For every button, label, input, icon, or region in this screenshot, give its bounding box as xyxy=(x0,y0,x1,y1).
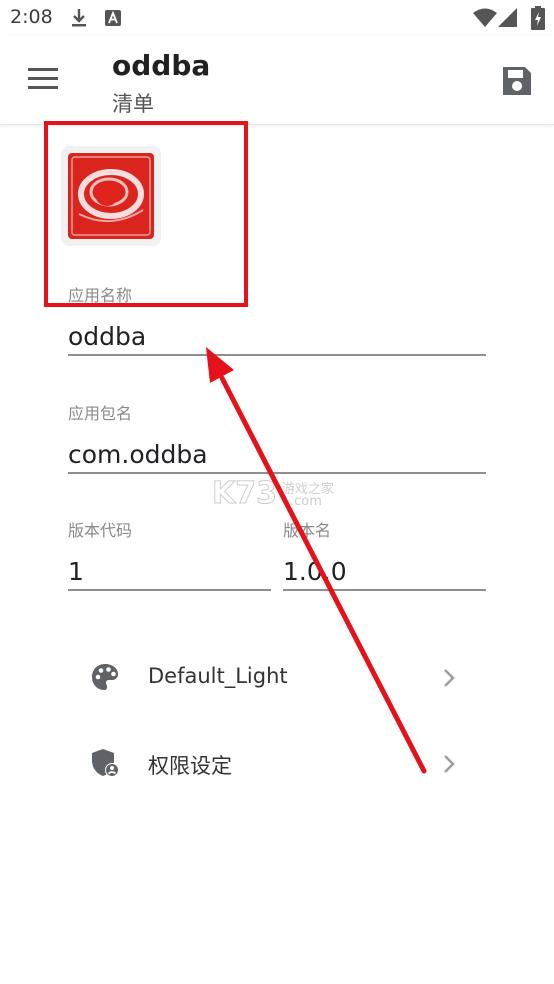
list-item-label: Default_Light xyxy=(148,664,288,688)
shield-user-icon xyxy=(92,749,119,777)
version-code-label: 版本代码 xyxy=(68,521,133,540)
save-icon[interactable] xyxy=(500,64,534,98)
version-name-field[interactable] xyxy=(283,553,486,591)
list-item-theme[interactable]: Default_Light xyxy=(0,640,554,716)
version-name-label: 版本名 xyxy=(283,521,332,540)
wifi-icon xyxy=(473,8,497,27)
watermark-brand: K73 xyxy=(212,476,278,512)
list-item-permissions[interactable]: 权限设定 xyxy=(0,726,554,802)
download-icon xyxy=(72,9,86,27)
page-title: oddba xyxy=(112,49,211,82)
status-bar: 2:08 xyxy=(0,0,554,36)
list-item-label: 权限设定 xyxy=(148,754,232,778)
chevron-right-icon xyxy=(444,669,455,687)
package-name-label: 应用包名 xyxy=(68,404,133,423)
page-subtitle: 清单 xyxy=(112,92,154,116)
app-name-field[interactable] xyxy=(68,318,486,356)
watermark-cn: 游戏之家 xyxy=(282,482,335,497)
palette-icon xyxy=(92,664,118,690)
app-bar: oddba 清单 xyxy=(0,36,554,125)
package-name-field[interactable] xyxy=(68,436,486,474)
status-time: 2:08 xyxy=(10,6,53,28)
a-badge-icon xyxy=(105,10,121,26)
battery-icon xyxy=(531,6,545,30)
app-icon-button[interactable] xyxy=(61,146,161,246)
version-code-field[interactable] xyxy=(68,553,271,591)
signal-icon xyxy=(498,8,517,27)
chevron-right-icon xyxy=(444,755,455,773)
app-name-label: 应用名称 xyxy=(68,286,133,305)
watermark-logo: K73 游戏之家 .com xyxy=(212,476,335,512)
menu-icon[interactable] xyxy=(26,66,60,90)
app-logo-icon xyxy=(68,153,154,239)
watermark-en: .com xyxy=(290,494,322,509)
